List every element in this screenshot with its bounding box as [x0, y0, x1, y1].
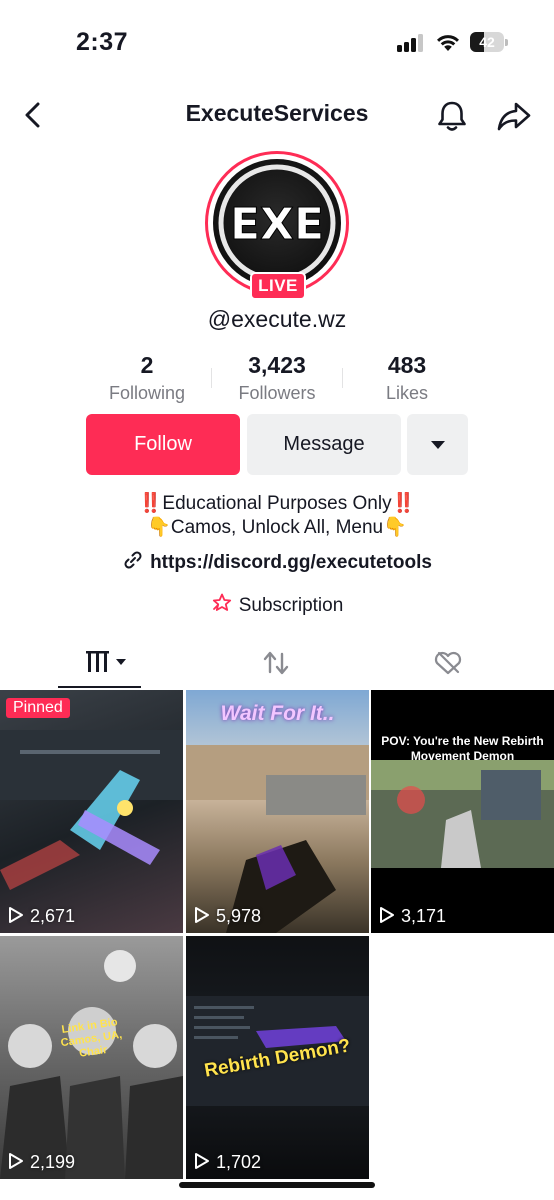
- active-tab-underline: [58, 686, 141, 688]
- video-thumbnail[interactable]: Rebirth Demon? 1,702: [186, 936, 369, 1179]
- play-icon: [195, 907, 209, 923]
- caret-down-icon: [431, 441, 445, 449]
- more-options-button[interactable]: [407, 414, 468, 475]
- content-tabs: [0, 640, 554, 690]
- liked-hidden-icon: [434, 651, 462, 675]
- share-arrow-icon[interactable]: [494, 96, 534, 136]
- pinned-badge: Pinned: [6, 698, 70, 718]
- stat-label: Followers: [238, 383, 316, 403]
- bio-line: 👇Camos, Unlock All, Menu👇: [147, 517, 407, 538]
- stat-following[interactable]: 2 Following: [77, 352, 217, 404]
- thumbnail-art: [371, 760, 554, 868]
- view-count: 5,978: [194, 906, 261, 927]
- profile-avatar[interactable]: EXE LIVE: [205, 151, 349, 300]
- message-button[interactable]: Message: [247, 414, 401, 475]
- cellular-signal-icon: [397, 34, 427, 52]
- link-icon: [124, 551, 142, 569]
- avatar: EXE: [213, 159, 341, 287]
- repost-icon: [263, 651, 289, 675]
- view-count: 3,171: [379, 906, 446, 927]
- stat-label: Likes: [385, 383, 429, 403]
- profile-stats: 2 Following 3,423 Followers 483 Likes: [0, 352, 554, 408]
- link-text[interactable]: https://discord.gg/executetools: [150, 552, 432, 573]
- tab-videos[interactable]: [8, 640, 192, 688]
- video-grid: Pinned 2,671 Wait For It.. 5,978 POV: Yo…: [0, 690, 554, 1180]
- thumbnail-art: [0, 730, 183, 890]
- grid-icon: [86, 651, 126, 672]
- video-thumbnail[interactable]: POV: You're the New Rebirth Movement Dem…: [371, 690, 554, 933]
- video-thumbnail[interactable]: Link in Bio Camos, UA, Chair 2,199: [0, 936, 183, 1179]
- subscription-star-icon: [212, 593, 231, 611]
- stat-label: Following: [108, 383, 186, 403]
- status-bar: 2:37 42: [0, 0, 554, 80]
- bio: ‼️Educational Purposes Only‼️ 👇Camos, Un…: [0, 492, 554, 540]
- wifi-icon: [437, 35, 459, 51]
- username: @execute.wz: [207, 306, 347, 332]
- subscription-link[interactable]: Subscription: [0, 592, 554, 617]
- view-count: 2,671: [8, 906, 75, 927]
- stat-followers[interactable]: 3,423 Followers: [207, 352, 347, 404]
- video-caption: Wait For It..: [220, 702, 335, 725]
- play-icon: [9, 1153, 23, 1169]
- view-count: 1,702: [194, 1152, 261, 1173]
- battery-icon: 42: [470, 32, 508, 52]
- stat-value: 3,423: [248, 352, 306, 378]
- play-icon: [9, 907, 23, 923]
- battery-level: 42: [479, 34, 495, 50]
- tab-liked[interactable]: [362, 640, 546, 688]
- follow-button[interactable]: Follow: [86, 414, 240, 475]
- stat-value: 2: [140, 352, 154, 378]
- live-badge[interactable]: LIVE: [250, 272, 306, 300]
- thumbnail-art: [186, 745, 369, 933]
- profile-header: ExecuteServices: [0, 90, 554, 140]
- play-icon: [195, 1153, 209, 1169]
- play-icon: [380, 907, 394, 923]
- bio-line: ‼️Educational Purposes Only‼️: [138, 493, 416, 514]
- home-indicator[interactable]: [179, 1182, 375, 1188]
- notification-bell-icon[interactable]: [432, 96, 472, 136]
- view-count: 2,199: [8, 1152, 75, 1173]
- svg-text:EXE: EXE: [230, 199, 324, 250]
- bio-link[interactable]: https://discord.gg/executetools: [0, 549, 554, 574]
- video-caption: POV: You're the New Rebirth Movement Dem…: [381, 734, 544, 763]
- status-time: 2:37: [76, 28, 129, 56]
- stat-likes[interactable]: 483 Likes: [337, 352, 477, 404]
- stat-value: 483: [387, 352, 427, 378]
- exe-logo: EXE: [218, 164, 336, 282]
- video-thumbnail[interactable]: Wait For It.. 5,978: [186, 690, 369, 933]
- video-thumbnail[interactable]: Pinned 2,671: [0, 690, 183, 933]
- subscription-label: Subscription: [238, 595, 344, 616]
- tab-reposts[interactable]: [185, 640, 369, 688]
